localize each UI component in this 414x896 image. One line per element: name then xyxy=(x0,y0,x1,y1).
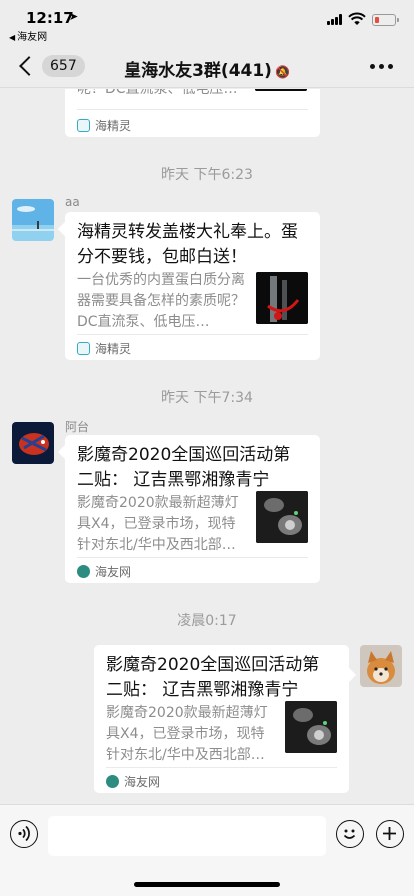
card-title: 海精灵转发盖楼大礼奉上。蛋分不要钱，包邮白送！ xyxy=(77,222,298,267)
avatar[interactable] xyxy=(12,199,54,241)
card-divider xyxy=(106,767,337,768)
smiley-icon xyxy=(343,829,356,839)
message-card[interactable]: 海精灵转发盖楼大礼奉上。蛋分不要钱，包邮白送！ 一台优秀的内置蛋白质分离器需要具… xyxy=(65,212,320,360)
chat-title: 皇海水友3群(441) xyxy=(124,61,272,81)
haiyouwang-logo-icon xyxy=(106,775,119,788)
mute-bell-icon: 🔕 xyxy=(274,65,290,79)
card-thumbnail xyxy=(285,701,337,753)
card-desc: 影魔奇2020款最新超薄灯具X4，已登录市场，现特针对东北/华中及西北部… xyxy=(106,705,268,763)
card-desc: 一台优秀的内置蛋白质分离器需要具备怎样的素质呢？DC直流泵、低电压… xyxy=(77,272,245,330)
wifi-icon xyxy=(348,11,366,30)
card-source-label: 海友网 xyxy=(124,775,161,789)
more-actions-button[interactable] xyxy=(376,820,404,848)
card-source-label: 海友网 xyxy=(95,565,132,579)
avatar[interactable] xyxy=(12,422,54,464)
timestamp: 凌晨0:17 xyxy=(177,613,237,629)
card-source-label: 海精灵 xyxy=(95,119,132,133)
sender-name: aa xyxy=(65,195,80,209)
haijingling-logo-icon xyxy=(77,119,90,132)
status-time: 12:17 xyxy=(26,9,74,27)
more-options-button[interactable] xyxy=(370,64,393,69)
message-card-partial[interactable]: 呢？DC直流泵、低电压… 海精灵 xyxy=(65,89,320,137)
sender-name: 阿台 xyxy=(65,420,90,434)
card-desc: 影魔奇2020款最新超薄灯具X4，已登录市场，现特针对东北/华中及西北部… xyxy=(77,495,239,553)
card-divider xyxy=(77,334,308,335)
message-card[interactable]: 影魔奇2020全国巡回活动第二贴： 辽吉黑鄂湘豫青宁 影魔奇2020款最新超薄灯… xyxy=(65,435,320,583)
card-divider xyxy=(77,109,308,110)
more-dot-icon xyxy=(388,64,393,69)
more-dot-icon xyxy=(370,64,375,69)
card-source: 海精灵 xyxy=(77,340,131,357)
message-list[interactable]: 呢？DC直流泵、低电压… 海精灵 昨天 下午6:23 aa 海精灵转发盖楼大礼奉… xyxy=(0,89,414,804)
card-divider xyxy=(77,557,308,558)
card-source: 海精灵 xyxy=(77,117,131,134)
timestamp: 昨天 下午6:23 xyxy=(161,167,253,183)
card-thumbnail xyxy=(256,272,308,324)
cellular-signal-icon xyxy=(327,14,344,25)
message-input[interactable] xyxy=(48,816,326,856)
card-thumbnail xyxy=(255,89,307,91)
card-thumbnail xyxy=(256,491,308,543)
self-message-card[interactable]: 影魔奇2020全国巡回活动第二贴： 辽吉黑鄂湘豫青宁 影魔奇2020款最新超薄灯… xyxy=(94,645,349,793)
card-source: 海友网 xyxy=(106,773,160,790)
battery-icon xyxy=(372,14,396,26)
location-arrow-icon: ➤ xyxy=(69,10,79,23)
status-bar: 12:17 ➤ ◀ 海友网 xyxy=(0,0,414,44)
card-desc: 呢？DC直流泵、低电压… xyxy=(77,89,238,97)
back-triangle-icon: ◀ xyxy=(9,33,16,42)
self-avatar[interactable] xyxy=(360,645,402,687)
back-to-app[interactable]: ◀ 海友网 xyxy=(9,28,47,43)
back-to-app-label: 海友网 xyxy=(17,32,48,43)
card-title: 影魔奇2020全国巡回活动第二贴： 辽吉黑鄂湘豫青宁 xyxy=(77,445,291,490)
haijingling-logo-icon xyxy=(77,342,90,355)
chat-title-wrap: 皇海水友3群(441) 🔕 xyxy=(0,56,414,81)
voice-wave-icon xyxy=(18,825,30,842)
card-source-label: 海精灵 xyxy=(95,342,132,356)
card-title: 影魔奇2020全国巡回活动第二贴： 辽吉黑鄂湘豫青宁 xyxy=(106,655,320,700)
emoji-button[interactable] xyxy=(336,820,364,848)
timestamp: 昨天 下午7:34 xyxy=(161,390,253,406)
plus-icon xyxy=(383,827,396,840)
voice-input-button[interactable] xyxy=(10,820,38,848)
chat-header: 657 皇海水友3群(441) 🔕 xyxy=(0,44,414,88)
battery-tip xyxy=(397,18,399,22)
haiyouwang-logo-icon xyxy=(77,565,90,578)
home-indicator xyxy=(134,882,280,887)
more-dot-icon xyxy=(379,64,384,69)
card-source: 海友网 xyxy=(77,563,131,580)
